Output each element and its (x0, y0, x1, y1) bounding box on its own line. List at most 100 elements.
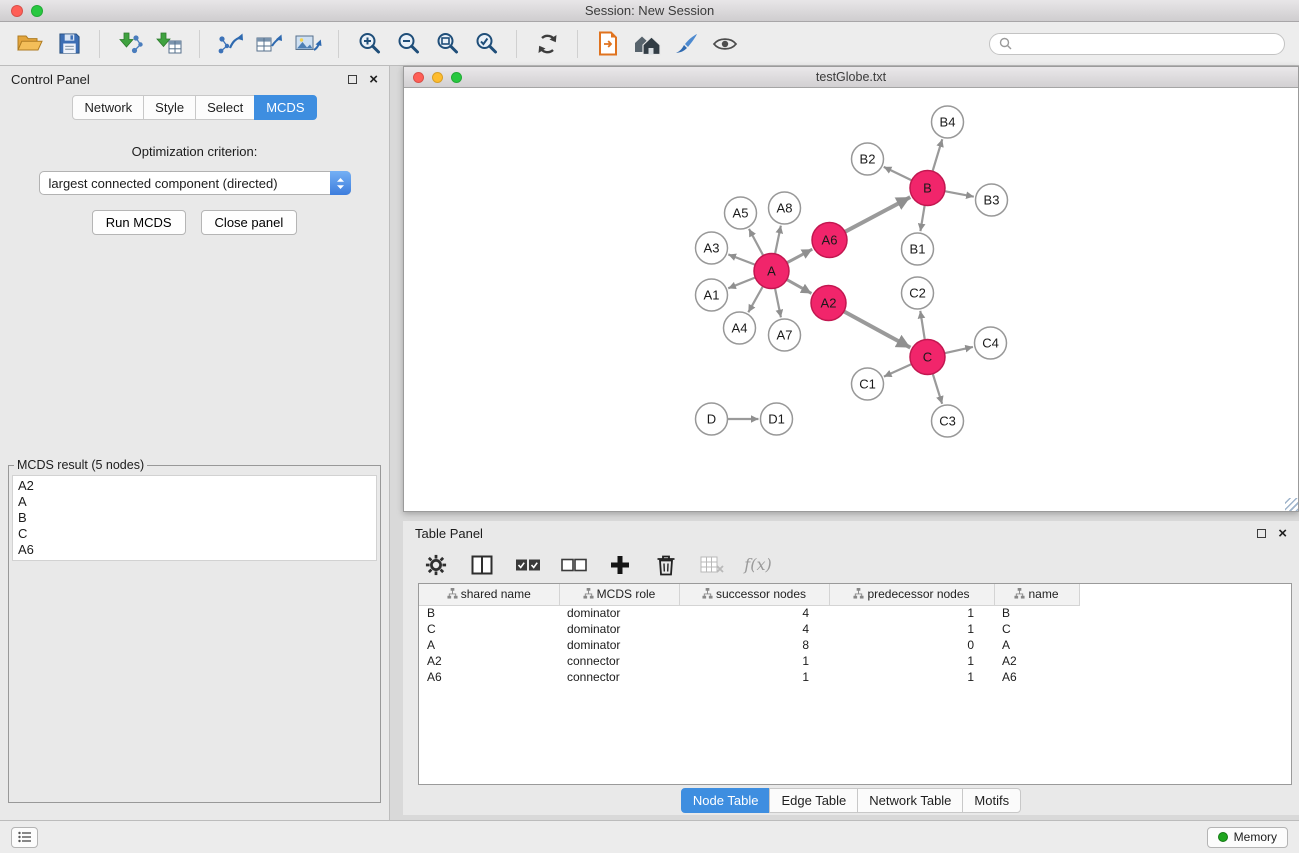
tab-node-table[interactable]: Node Table (681, 788, 771, 813)
close-panel-icon[interactable]: × (369, 74, 378, 85)
mcds-result-list[interactable]: A2ABCA6 (12, 475, 377, 561)
graph-node-label: B4 (940, 115, 956, 130)
table-cell: B (994, 605, 1079, 621)
graph-node-label: B1 (910, 242, 926, 257)
toolbar-separator (338, 30, 339, 58)
close-panel-button[interactable]: Close panel (201, 210, 298, 235)
table-settings-button[interactable] (419, 550, 453, 580)
run-mcds-button[interactable]: Run MCDS (92, 210, 186, 235)
graph-node-label: C1 (859, 377, 876, 392)
tab-motifs[interactable]: Motifs (962, 788, 1021, 813)
zoom-network-window-icon[interactable] (451, 72, 462, 83)
panel-list-button[interactable] (11, 827, 38, 848)
control-panel-title: Control Panel (11, 72, 90, 87)
graph-edge-B-B3[interactable] (945, 191, 974, 196)
column-header-MCDS-role[interactable]: MCDS role (559, 584, 679, 605)
graph-edge-A-A7[interactable] (775, 288, 781, 317)
select-all-icon (515, 558, 541, 572)
graph-edge-C-C4[interactable] (945, 347, 973, 353)
tab-network[interactable]: Network (72, 95, 144, 120)
paint-details-button[interactable] (670, 28, 702, 60)
export-image-button[interactable] (292, 28, 324, 60)
export-image-icon (295, 32, 322, 55)
graph-edge-C-C1[interactable] (884, 364, 912, 376)
table-cell: A6 (419, 669, 559, 685)
save-session-button[interactable] (53, 28, 85, 60)
tab-network-table[interactable]: Network Table (857, 788, 963, 813)
tab-select[interactable]: Select (195, 95, 255, 120)
show-columns-button[interactable] (465, 550, 499, 580)
graph-edge-A-A5[interactable] (749, 229, 763, 256)
zoom-selected-button[interactable] (470, 28, 502, 60)
function-builder-button[interactable]: f(x) (741, 550, 775, 580)
add-column-button[interactable] (603, 550, 637, 580)
export-table-button[interactable] (253, 28, 285, 60)
table-cell: 1 (829, 621, 994, 637)
graph-edge-A-A2[interactable] (787, 280, 812, 294)
zoom-out-button[interactable] (392, 28, 424, 60)
open-session-button[interactable] (14, 28, 46, 60)
graph-edge-A-A1[interactable] (728, 277, 755, 288)
refresh-layout-button[interactable] (531, 28, 563, 60)
delete-column-button[interactable] (649, 550, 683, 580)
show-details-button[interactable] (709, 28, 741, 60)
graph-edge-C-C3[interactable] (933, 374, 942, 404)
mcds-result-item[interactable]: A6 (18, 542, 371, 558)
deselect-all-button[interactable] (557, 550, 591, 580)
graph-edge-A-A8[interactable] (775, 226, 781, 254)
close-network-window-icon[interactable] (413, 72, 424, 83)
tab-edge-table[interactable]: Edge Table (769, 788, 858, 813)
graph-edge-A6-B[interactable] (845, 197, 910, 232)
home-button[interactable] (631, 28, 663, 60)
graph-node-label: C3 (939, 414, 956, 429)
zoom-in-button[interactable] (353, 28, 385, 60)
graph-node-label: A1 (704, 288, 720, 303)
import-table-button[interactable] (153, 28, 185, 60)
minimize-network-window-icon[interactable] (432, 72, 443, 83)
graph-edge-B-B4[interactable] (933, 139, 943, 171)
graph-edge-A-A4[interactable] (748, 286, 763, 312)
tab-mcds[interactable]: MCDS (254, 95, 316, 120)
table-row[interactable]: Cdominator41C (419, 621, 1079, 637)
mcds-result-item[interactable]: B (18, 510, 371, 526)
zoom-fit-button[interactable] (431, 28, 463, 60)
resize-handle[interactable] (1285, 498, 1298, 511)
table-row[interactable]: Adominator80A (419, 637, 1079, 653)
tab-style[interactable]: Style (143, 95, 196, 120)
mcds-result-item[interactable]: C (18, 526, 371, 542)
close-table-panel-icon[interactable]: × (1278, 528, 1287, 539)
paintbrush-icon (673, 32, 699, 56)
column-header-predecessor-nodes[interactable]: predecessor nodes (829, 584, 994, 605)
memory-button[interactable]: Memory (1207, 827, 1288, 848)
select-all-button[interactable] (511, 550, 545, 580)
table-row[interactable]: Bdominator41B (419, 605, 1079, 621)
criterion-dropdown[interactable]: largest connected component (directed) (39, 171, 351, 195)
search-box[interactable] (989, 33, 1285, 55)
graph-edge-A2-C[interactable] (844, 311, 911, 347)
column-header-successor-nodes[interactable]: successor nodes (679, 584, 829, 605)
float-table-panel-icon[interactable] (1257, 529, 1266, 538)
close-window-icon[interactable] (11, 5, 23, 17)
graph-edge-A-A3[interactable] (728, 254, 755, 264)
open-document-button[interactable] (592, 28, 624, 60)
search-input[interactable] (1017, 37, 1275, 51)
graph-edge-A-A6[interactable] (787, 249, 812, 263)
node-table-container[interactable]: shared nameMCDS rolesuccessor nodesprede… (418, 583, 1292, 785)
graph-edge-B-B1[interactable] (920, 205, 924, 231)
delete-table-button[interactable] (695, 550, 729, 580)
export-network-button[interactable] (214, 28, 246, 60)
column-header-shared-name[interactable]: shared name (419, 584, 559, 605)
table-row[interactable]: A2connector11A2 (419, 653, 1079, 669)
table-row[interactable]: A6connector11A6 (419, 669, 1079, 685)
mcds-result-item[interactable]: A2 (18, 478, 371, 494)
graph-edge-B-B2[interactable] (884, 167, 912, 181)
zoom-window-icon[interactable] (31, 5, 43, 17)
column-header-name[interactable]: name (994, 584, 1079, 605)
graph-edge-C-C2[interactable] (920, 311, 925, 340)
zoom-fit-icon (435, 31, 460, 56)
mcds-result-item[interactable]: A (18, 494, 371, 510)
import-network-button[interactable] (114, 28, 146, 60)
toolbar-separator (577, 30, 578, 58)
network-canvas[interactable]: B4B2BB3A5A8A6B1A3AC2A1A2A4A7C4CC1C3DD1 (404, 88, 1298, 511)
float-panel-icon[interactable] (348, 75, 357, 84)
